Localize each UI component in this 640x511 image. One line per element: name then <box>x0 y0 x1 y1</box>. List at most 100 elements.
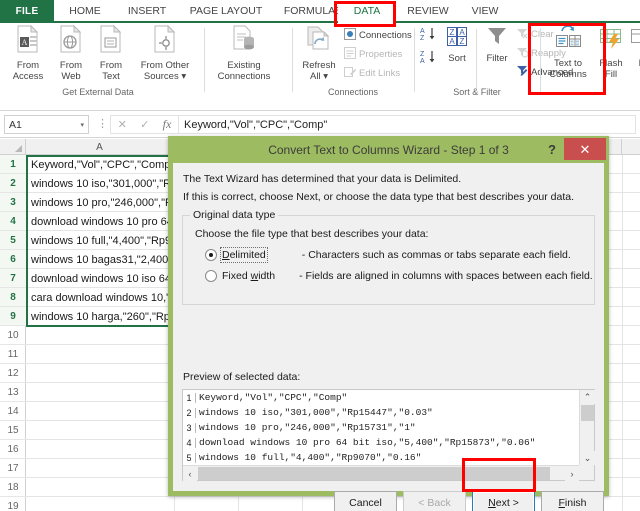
from-other-sources-button[interactable]: From Other Sources ▾ <box>130 24 200 82</box>
tab-home[interactable]: HOME <box>54 0 116 22</box>
next-button[interactable]: Next > <box>472 491 535 511</box>
preview-hscroll-thumb[interactable] <box>198 467 550 480</box>
column-header-a[interactable]: A <box>26 139 174 155</box>
filter-button[interactable]: Filter <box>480 25 514 64</box>
radio-option-delimited[interactable]: Delimited - Characters such as commas or… <box>205 247 571 263</box>
radio-option-fixed-width[interactable]: Fixed width - Fields are aligned in colu… <box>205 270 593 282</box>
row-header-9[interactable]: 9 <box>0 307 26 326</box>
row-header-18[interactable]: 18 <box>0 478 26 497</box>
radio-delimited-label: Delimited <box>220 247 268 263</box>
tab-data[interactable]: DATA <box>338 0 396 22</box>
row-header-19[interactable]: 19 <box>0 497 26 511</box>
text-to-columns-button[interactable]: Text to Columns <box>544 25 592 80</box>
scroll-right-icon[interactable]: › <box>565 466 579 481</box>
preview-row-text: windows 10 full,"4,400","Rp9070","0.16" <box>199 452 422 463</box>
existing-connections-label-1: Existing <box>227 60 261 71</box>
row-header-8[interactable]: 8 <box>0 288 26 307</box>
sort-za-icon: Z A <box>419 49 437 70</box>
row-header-13[interactable]: 13 <box>0 383 26 402</box>
name-box[interactable]: A1 ▾ <box>4 115 89 134</box>
row-header-6[interactable]: 6 <box>0 250 26 269</box>
refresh-all-label-2: All ▾ <box>310 71 328 82</box>
existing-connections-button[interactable]: Existing Connections <box>208 25 280 82</box>
connections-button[interactable]: Connections <box>344 28 412 43</box>
remove-duplicates-button[interactable]: D <box>630 25 640 69</box>
tab-review[interactable]: REVIEW <box>396 0 460 22</box>
tab-insert[interactable]: INSERT <box>116 0 178 22</box>
row-header-15[interactable]: 15 <box>0 421 26 440</box>
formula-input[interactable]: Keyword,"Vol","CPC","Comp" <box>178 115 636 134</box>
preview-row-number: 3 <box>183 422 196 433</box>
svg-text:A: A <box>22 38 28 47</box>
radio-delimited-description: - Characters such as commas or tabs sepa… <box>301 249 571 261</box>
from-access-icon: A <box>15 24 41 58</box>
from-text-label-1: From <box>99 60 123 71</box>
ribbon-group-connections: Refresh All ▾ Connections Properties Edi… <box>294 23 412 111</box>
svg-text:A: A <box>420 28 425 35</box>
row-header-2[interactable]: 2 <box>0 174 26 193</box>
from-access-button[interactable]: A From Access <box>6 24 50 82</box>
group-separator-4 <box>540 28 541 92</box>
sort-az-icon: A Z <box>419 26 437 47</box>
row-header-17[interactable]: 17 <box>0 459 26 478</box>
sort-ascending-button[interactable]: A Z <box>418 26 438 47</box>
cancel-button[interactable]: Cancel <box>334 491 397 511</box>
from-web-button[interactable]: From Web <box>52 24 90 82</box>
formula-bar: A1 ▾ ⋮ ✕ ✓ fx Keyword,"Vol","CPC","Comp" <box>0 112 640 138</box>
cancel-icon[interactable]: ✕ <box>118 118 127 131</box>
radio-fixed-width-label: Fixed width <box>222 270 276 282</box>
row-header-12[interactable]: 12 <box>0 364 26 383</box>
tab-view[interactable]: VIEW <box>460 0 510 22</box>
preview-row-text: Keyword,"Vol","CPC","Comp" <box>199 392 348 403</box>
refresh-all-icon <box>306 25 332 58</box>
row-header-16[interactable]: 16 <box>0 440 26 459</box>
sort-label: Sort <box>448 53 466 64</box>
select-all-corner[interactable] <box>0 139 26 155</box>
insert-function-icon[interactable]: fx <box>163 117 172 132</box>
row-header-3[interactable]: 3 <box>0 193 26 212</box>
from-web-icon <box>58 24 84 58</box>
row-header-14[interactable]: 14 <box>0 402 26 421</box>
preview-row-text: windows 10 iso,"301,000","Rp15447","0.03… <box>199 407 433 418</box>
preview-vertical-scrollbar[interactable]: ⌃ ⌄ <box>579 390 595 465</box>
sort-descending-button[interactable]: Z A <box>418 49 438 70</box>
row-header-10[interactable]: 10 <box>0 326 26 345</box>
svg-text:A: A <box>420 58 425 65</box>
preview-row-number: 1 <box>183 392 196 403</box>
row-header-11[interactable]: 11 <box>0 345 26 364</box>
refresh-all-button[interactable]: Refresh All ▾ <box>296 25 342 82</box>
group-title-connections: Connections <box>327 87 379 97</box>
row-header-4[interactable]: 4 <box>0 212 26 231</box>
row-header-5[interactable]: 5 <box>0 231 26 250</box>
edit-links-label: Edit Links <box>359 68 401 79</box>
clear-filter-icon <box>516 27 528 42</box>
choose-file-type-prompt: Choose the file type that best describes… <box>195 228 429 240</box>
flash-fill-button[interactable]: Flash Fill <box>594 25 628 80</box>
preview-vscroll-thumb[interactable] <box>581 405 594 421</box>
help-icon[interactable]: ? <box>543 140 561 158</box>
formula-bar-controls: ✕ ✓ fx <box>110 115 178 134</box>
radio-fixed-width-description: - Fields are aligned in columns with spa… <box>299 270 593 282</box>
ribbon-tabbar: FILE HOME INSERT PAGE LAYOUT FORMULAS DA… <box>0 0 640 23</box>
radio-fixed-width-icon <box>205 270 217 282</box>
preview-row: 2 windows 10 iso,"301,000","Rp15447","0.0… <box>183 405 579 420</box>
enter-icon[interactable]: ✓ <box>140 118 149 131</box>
svg-text:Z: Z <box>420 51 425 58</box>
row-header-7[interactable]: 7 <box>0 269 26 288</box>
preview-horizontal-scrollbar[interactable]: ‹ › <box>183 465 579 481</box>
scroll-up-icon[interactable]: ⌃ <box>580 390 595 404</box>
from-text-button[interactable]: From Text <box>92 24 130 82</box>
scroll-down-icon[interactable]: ⌄ <box>580 451 595 465</box>
filter-icon <box>485 25 509 52</box>
scroll-left-icon[interactable]: ‹ <box>183 466 197 481</box>
sort-dialog-button[interactable]: Z A A Z Sort <box>440 25 474 64</box>
row-header-1[interactable]: 1 <box>0 155 26 174</box>
finish-button[interactable]: Finish <box>541 491 604 511</box>
tab-file[interactable]: FILE <box>0 0 54 22</box>
preview-row: 5 windows 10 full,"4,400","Rp9070","0.16" <box>183 450 579 465</box>
radio-delimited-icon <box>205 249 217 261</box>
convert-text-to-columns-wizard-dialog: Convert Text to Columns Wizard - Step 1 … <box>168 136 609 511</box>
close-icon[interactable]: ✕ <box>564 138 606 160</box>
connections-icon <box>344 28 356 43</box>
tab-page-layout[interactable]: PAGE LAYOUT <box>178 0 274 22</box>
